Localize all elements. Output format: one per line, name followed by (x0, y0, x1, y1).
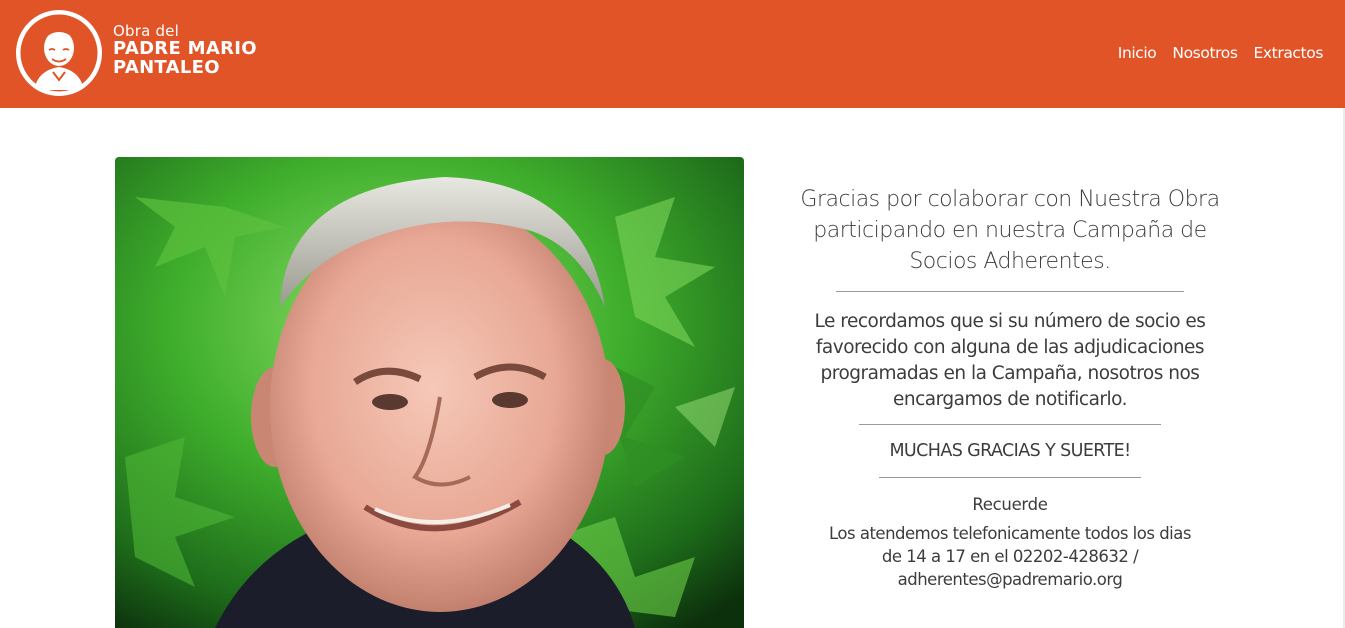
contact-hours-line: Los atendemos telefonicamente todos los … (829, 524, 1191, 543)
good-luck-message: MUCHAS GRACIAS Y SUERTE! (889, 441, 1131, 461)
main-nav: Inicio Nosotros Extractos (1118, 44, 1324, 62)
nav-link-extractos[interactable]: Extractos (1254, 44, 1324, 62)
divider (836, 291, 1184, 292)
divider (859, 424, 1161, 425)
nav-link-inicio[interactable]: Inicio (1118, 44, 1157, 62)
main-content: Gracias por colaborar con Nuestra Obra p… (780, 184, 1240, 591)
nav-link-nosotros[interactable]: Nosotros (1172, 44, 1238, 62)
remember-label: Recuerde (972, 495, 1048, 514)
portrait-photo (115, 157, 744, 628)
divider (879, 477, 1141, 478)
logo-line-1: PADRE MARIO (113, 38, 257, 59)
contact-email-link[interactable]: adherentes@padremario.org (780, 568, 1240, 591)
logo-line-2: PANTALEO (113, 57, 220, 78)
contact-phone-line: de 14 a 17 en el 02202-428632 / (881, 547, 1139, 566)
priest-portrait-logo-icon[interactable] (16, 10, 102, 96)
thanks-headline: Gracias por colaborar con Nuestra Obra p… (800, 187, 1220, 274)
site-header: Obra del PADRE MARIO PANTALEO Inicio Nos… (0, 0, 1345, 108)
reminder-paragraph: Le recordamos que si su número de socio … (814, 311, 1206, 410)
logo-line-small: Obra del (113, 22, 179, 40)
site-logo-text[interactable]: Obra del PADRE MARIO PANTALEO (113, 23, 257, 77)
